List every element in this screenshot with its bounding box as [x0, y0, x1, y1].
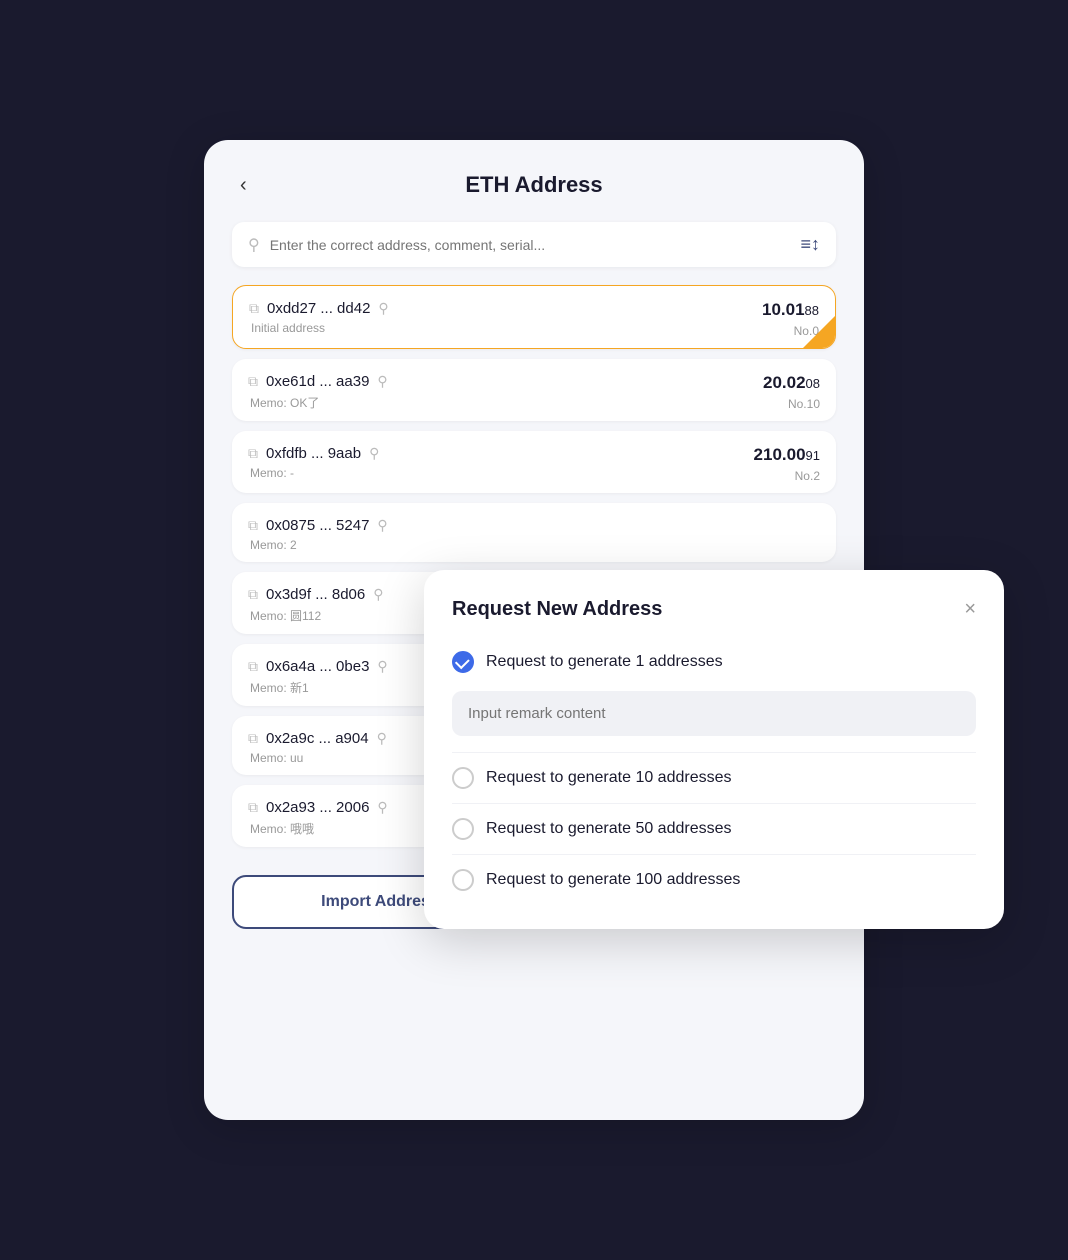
- copy-icon-3[interactable]: ⧉: [248, 517, 258, 534]
- search-addr-icon-5[interactable]: ⚲: [377, 658, 387, 675]
- address-memo-1: Memo: OK了: [250, 394, 388, 411]
- option-label-1: Request to generate 10 addresses: [486, 769, 732, 787]
- search-addr-icon-7[interactable]: ⚲: [377, 799, 387, 816]
- modal: Request New Address × Request to generat…: [424, 570, 1004, 929]
- copy-icon-2[interactable]: ⧉: [248, 445, 258, 462]
- search-addr-icon-6[interactable]: ⚲: [377, 730, 387, 747]
- address-left-4: ⧉ 0x3d9f ... 8d06 ⚲ Memo: 圆112: [248, 586, 384, 624]
- address-text-0: 0xdd27 ... dd42: [267, 300, 370, 317]
- no-badge-2: No.2: [795, 469, 820, 483]
- main-card: ‹ ETH Address ⚲ ≡↕ ⧉ 0xdd27 ... dd42 ⚲ I…: [204, 140, 864, 1120]
- search-addr-icon-3[interactable]: ⚲: [377, 517, 387, 534]
- filter-icon[interactable]: ≡↕: [800, 234, 820, 255]
- option-label-0: Request to generate 1 addresses: [486, 653, 723, 671]
- address-left-6: ⧉ 0x2a9c ... a904 ⚲ Memo: uu: [248, 730, 387, 765]
- page-title: ETH Address: [465, 172, 602, 198]
- radio-circle-icon-1: [452, 767, 474, 789]
- address-left-1: ⧉ 0xe61d ... aa39 ⚲ Memo: OK了: [248, 373, 388, 411]
- address-text-3: 0x0875 ... 5247: [266, 517, 369, 534]
- back-button[interactable]: ‹: [232, 170, 255, 201]
- amount-2: 210.0091: [754, 445, 820, 465]
- divider-1: [452, 752, 976, 753]
- divider-3: [452, 854, 976, 855]
- address-text-5: 0x6a4a ... 0be3: [266, 658, 369, 675]
- radio-circle-icon-2: [452, 818, 474, 840]
- modal-title: Request New Address: [452, 598, 662, 621]
- address-row-0: ⧉ 0xdd27 ... dd42 ⚲: [249, 300, 389, 317]
- address-row-7: ⧉ 0x2a93 ... 2006 ⚲: [248, 799, 388, 816]
- address-text-2: 0xfdfb ... 9aab: [266, 445, 361, 462]
- amount-1: 20.0208: [763, 373, 820, 393]
- address-text-7: 0x2a93 ... 2006: [266, 799, 369, 816]
- header: ‹ ETH Address: [232, 172, 836, 198]
- address-memo-2: Memo: -: [250, 466, 379, 480]
- remark-input[interactable]: [452, 691, 976, 736]
- radio-checked-icon-0: [452, 651, 474, 673]
- copy-icon-0[interactable]: ⧉: [249, 300, 259, 317]
- modal-option-2[interactable]: Request to generate 50 addresses: [452, 808, 976, 850]
- option-label-2: Request to generate 50 addresses: [486, 820, 732, 838]
- copy-icon-1[interactable]: ⧉: [248, 373, 258, 390]
- address-right-2: 210.0091 No.2: [754, 445, 820, 483]
- no-badge-1: No.10: [788, 397, 820, 411]
- address-text-4: 0x3d9f ... 8d06: [266, 586, 365, 603]
- copy-icon-6[interactable]: ⧉: [248, 730, 258, 747]
- copy-icon-5[interactable]: ⧉: [248, 658, 258, 675]
- address-row-4: ⧉ 0x3d9f ... 8d06 ⚲: [248, 586, 384, 603]
- address-left-2: ⧉ 0xfdfb ... 9aab ⚲ Memo: -: [248, 445, 379, 480]
- address-memo-5: Memo: 新1: [250, 679, 388, 696]
- search-input[interactable]: [270, 237, 791, 253]
- search-bar: ⚲ ≡↕: [232, 222, 836, 267]
- modal-option-1[interactable]: Request to generate 10 addresses: [452, 757, 976, 799]
- address-left-0: ⧉ 0xdd27 ... dd42 ⚲ Initial address: [249, 300, 389, 335]
- address-row-2: ⧉ 0xfdfb ... 9aab ⚲: [248, 445, 379, 462]
- modal-header: Request New Address ×: [452, 598, 976, 621]
- option-label-3: Request to generate 100 addresses: [486, 871, 740, 889]
- address-row-5: ⧉ 0x6a4a ... 0be3 ⚲: [248, 658, 388, 675]
- corner-badge-0: [803, 316, 835, 348]
- address-row-6: ⧉ 0x2a9c ... a904 ⚲: [248, 730, 387, 747]
- address-text-1: 0xe61d ... aa39: [266, 373, 369, 390]
- address-memo-7: Memo: 哦哦: [250, 820, 388, 837]
- modal-option-0[interactable]: Request to generate 1 addresses: [452, 641, 976, 683]
- copy-icon-4[interactable]: ⧉: [248, 586, 258, 603]
- address-card-3[interactable]: ⧉ 0x0875 ... 5247 ⚲ Memo: 2: [232, 503, 836, 562]
- divider-2: [452, 803, 976, 804]
- address-memo-3: Memo: 2: [250, 538, 388, 552]
- address-row-3: ⧉ 0x0875 ... 5247 ⚲: [248, 517, 388, 534]
- search-addr-icon-0[interactable]: ⚲: [378, 300, 388, 317]
- address-left-7: ⧉ 0x2a93 ... 2006 ⚲ Memo: 哦哦: [248, 799, 388, 837]
- address-right-1: 20.0208 No.10: [763, 373, 820, 411]
- address-memo-6: Memo: uu: [250, 751, 387, 765]
- copy-icon-7[interactable]: ⧉: [248, 799, 258, 816]
- search-addr-icon-1[interactable]: ⚲: [377, 373, 387, 390]
- address-memo-4: Memo: 圆112: [250, 607, 384, 624]
- search-addr-icon-4[interactable]: ⚲: [373, 586, 383, 603]
- address-left-3: ⧉ 0x0875 ... 5247 ⚲ Memo: 2: [248, 517, 388, 552]
- address-card-1[interactable]: ⧉ 0xe61d ... aa39 ⚲ Memo: OK了 20.0208 No…: [232, 359, 836, 421]
- address-row-1: ⧉ 0xe61d ... aa39 ⚲: [248, 373, 388, 390]
- address-text-6: 0x2a9c ... a904: [266, 730, 369, 747]
- search-icon: ⚲: [248, 235, 260, 255]
- address-card-0[interactable]: ⧉ 0xdd27 ... dd42 ⚲ Initial address 10.0…: [232, 285, 836, 349]
- address-card-2[interactable]: ⧉ 0xfdfb ... 9aab ⚲ Memo: - 210.0091 No.…: [232, 431, 836, 493]
- modal-option-3[interactable]: Request to generate 100 addresses: [452, 859, 976, 901]
- modal-close-button[interactable]: ×: [964, 598, 976, 621]
- search-addr-icon-2[interactable]: ⚲: [369, 445, 379, 462]
- address-memo-0: Initial address: [251, 321, 389, 335]
- radio-circle-icon-3: [452, 869, 474, 891]
- address-left-5: ⧉ 0x6a4a ... 0be3 ⚲ Memo: 新1: [248, 658, 388, 696]
